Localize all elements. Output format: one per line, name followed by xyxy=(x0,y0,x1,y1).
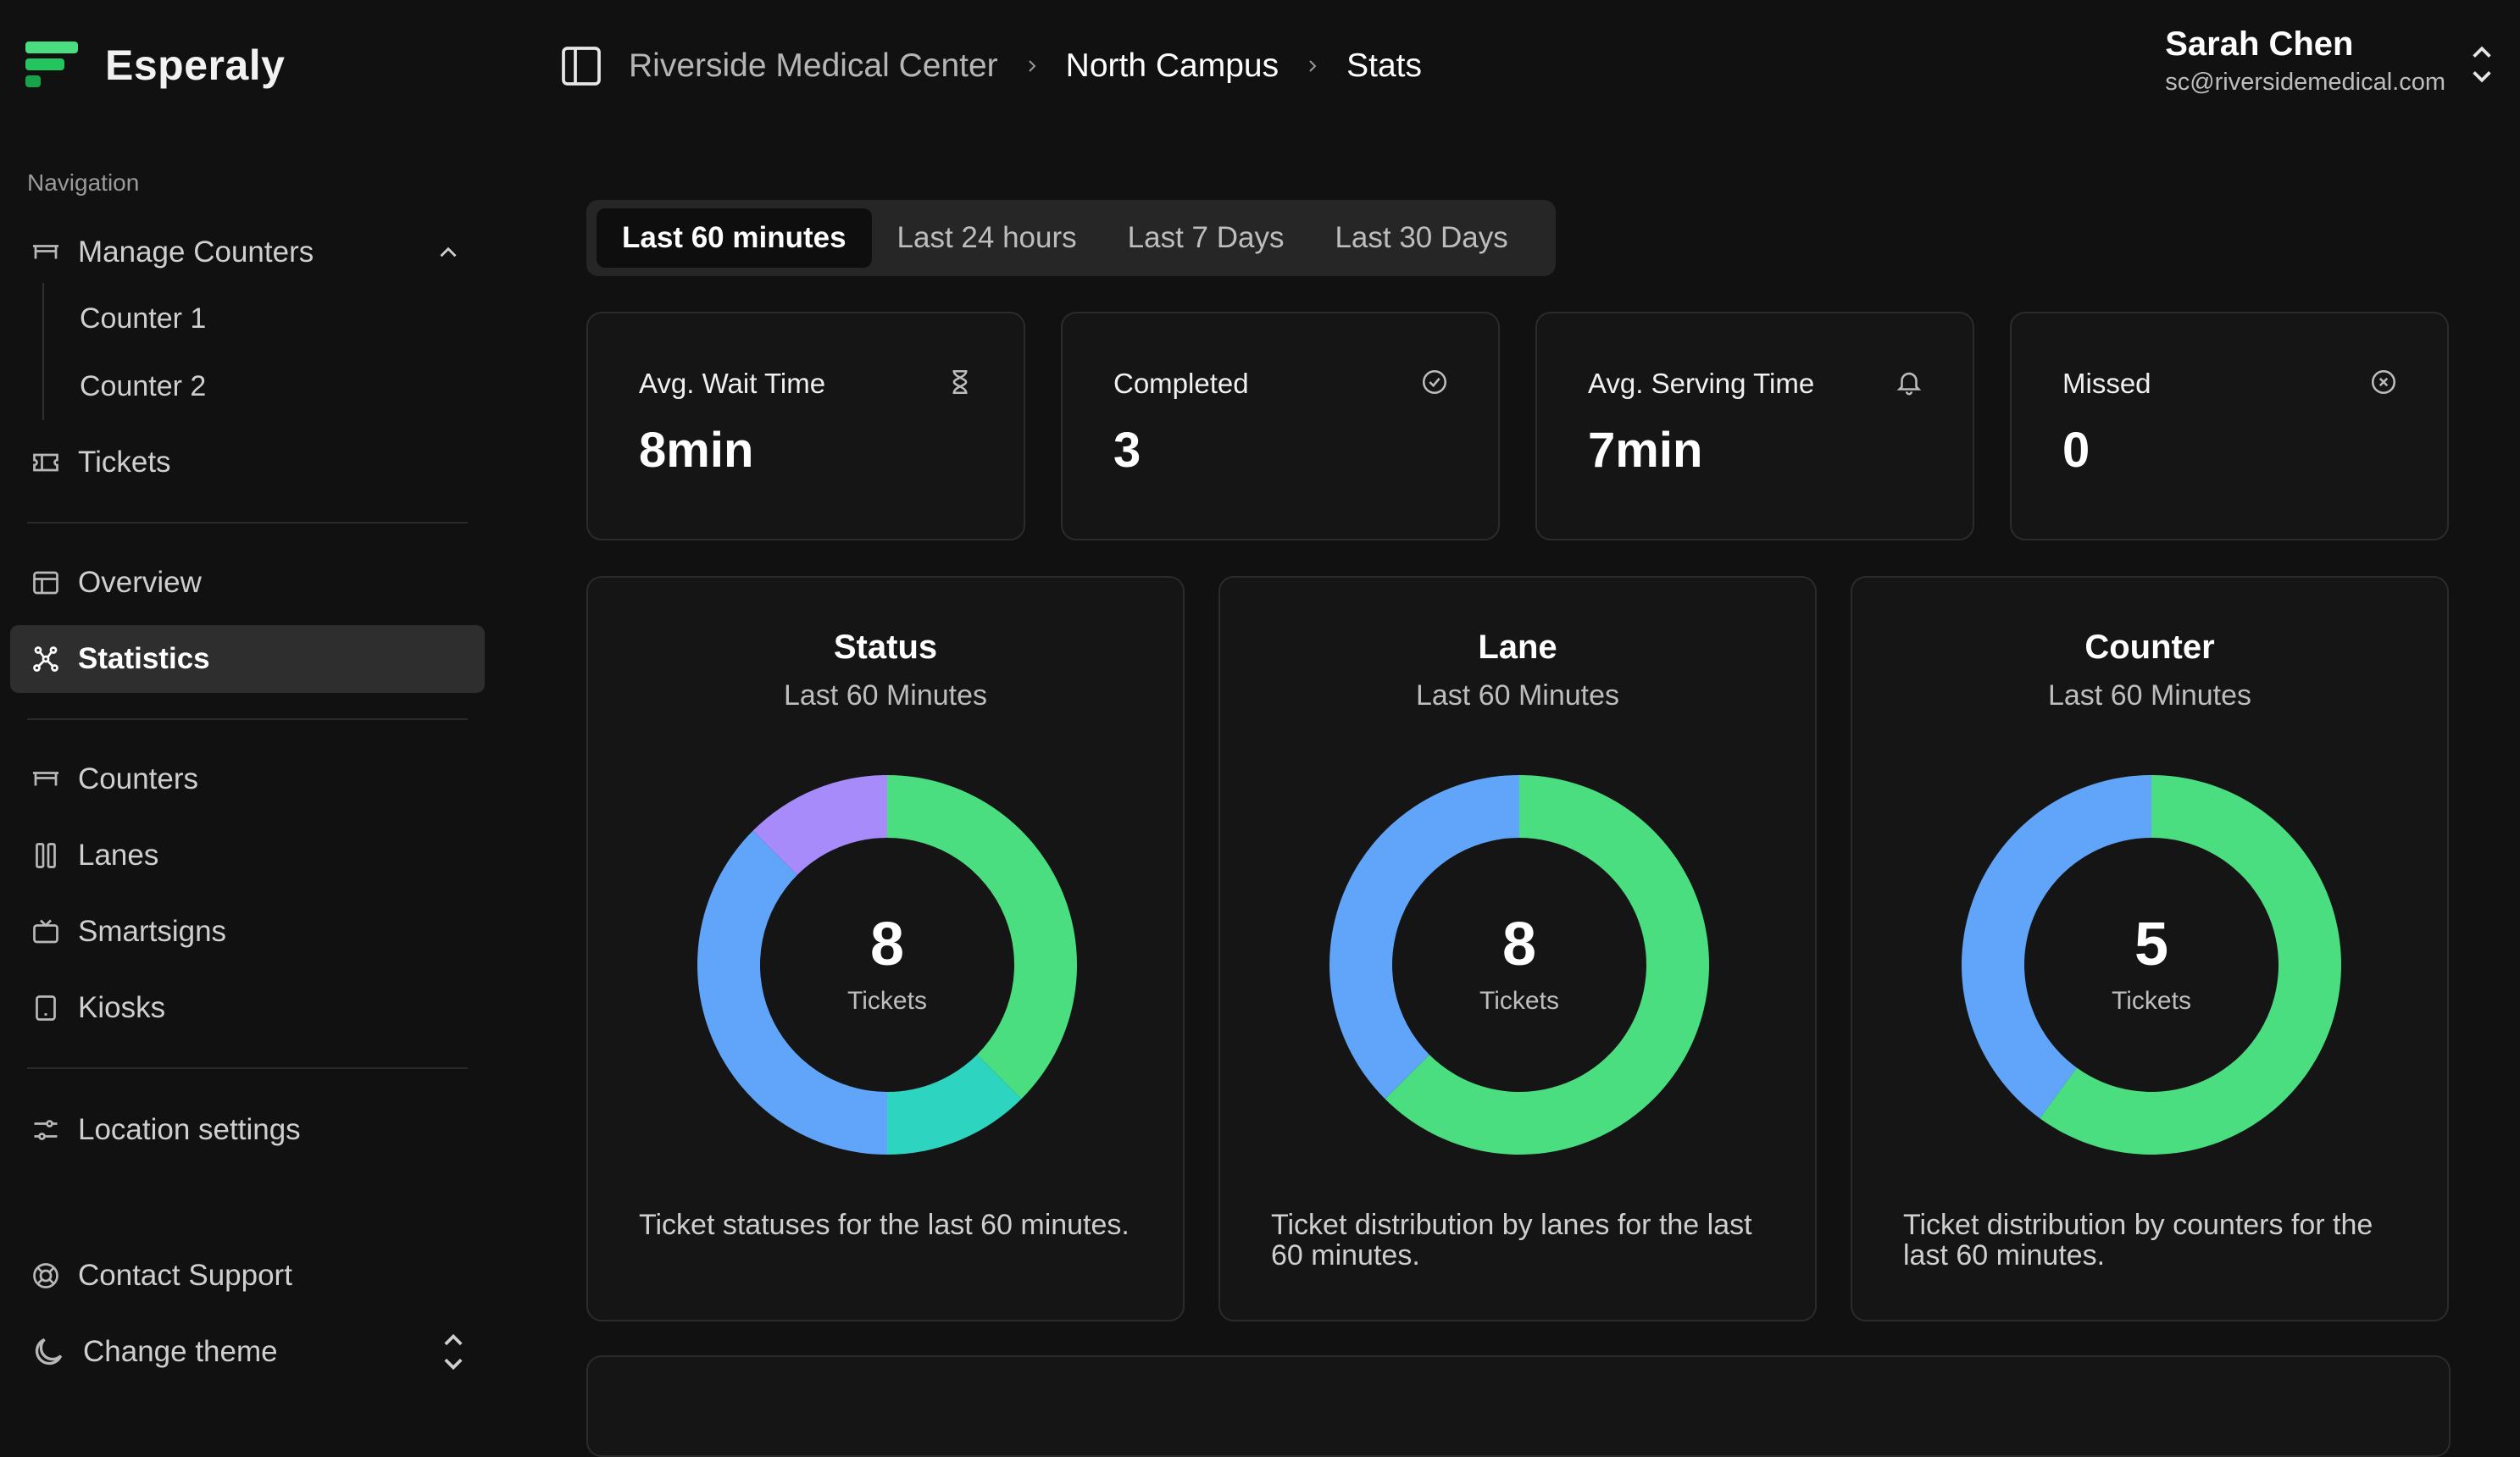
sidebar-subitem-counter-1[interactable]: Counter 1 xyxy=(80,293,206,344)
tab-last-24-hours[interactable]: Last 24 hours xyxy=(872,208,1102,268)
sidebar-item-label: Tickets xyxy=(78,446,171,479)
tab-last-7-days[interactable]: Last 7 Days xyxy=(1102,208,1310,268)
sidebar-divider xyxy=(27,1067,468,1069)
sidebar-item-overview[interactable]: Overview xyxy=(10,549,485,617)
stat-label: Missed xyxy=(2062,368,2151,399)
chart-description: Ticket distribution by counters for the … xyxy=(1903,1209,2373,1271)
sidebar-divider xyxy=(27,522,468,524)
sidebar-item-label: Kiosks xyxy=(78,991,166,1024)
moon-icon xyxy=(29,1332,68,1371)
user-menu[interactable]: Sarah Chen sc@riversidemedical.com xyxy=(2165,25,2445,97)
donut-total: 5 xyxy=(2134,911,2169,978)
brand[interactable]: Esperaly xyxy=(25,41,285,90)
sidebar-item-statistics[interactable]: Statistics xyxy=(10,625,485,693)
sidebar-item-counters[interactable]: Counters xyxy=(10,745,485,813)
chart-subtitle: Last 60 Minutes xyxy=(1415,679,1620,712)
counter-icon xyxy=(29,762,63,796)
stat-label: Avg. Serving Time xyxy=(1588,368,1815,399)
sidebar-item-label: Lanes xyxy=(78,839,159,872)
layout-icon xyxy=(29,566,63,600)
esperaly-logo-icon xyxy=(25,42,78,87)
ticket-icon xyxy=(29,446,63,479)
sidebar-item-contact-support[interactable]: Contact Support xyxy=(10,1242,485,1310)
bell-icon xyxy=(1895,368,1923,396)
stat-value: 7min xyxy=(1588,423,1703,478)
sidebar-subitem-counter-2[interactable]: Counter 2 xyxy=(80,361,206,412)
sidebar-item-label: Manage Counters xyxy=(78,235,314,269)
sidebar-item-label: Contact Support xyxy=(78,1259,292,1292)
sidebar-item-label: Location settings xyxy=(78,1113,301,1146)
stat-value: 8min xyxy=(639,423,754,478)
stat-card-avg-serving-time: Avg. Serving Time 7min xyxy=(1535,312,1974,540)
stat-card-avg-wait-time: Avg. Wait Time 8min xyxy=(586,312,1025,540)
check-circle-icon xyxy=(1420,368,1449,396)
graph-icon xyxy=(29,642,63,676)
sidebar-item-manage-counters[interactable]: Manage Counters xyxy=(10,219,485,286)
chart-title: Counter xyxy=(2084,629,2215,666)
columns-icon xyxy=(29,839,63,873)
chevron-up-icon[interactable] xyxy=(434,238,463,267)
theme-switcher[interactable]: Change theme xyxy=(10,1318,485,1386)
submenu-guide-line xyxy=(42,283,44,420)
chart-card-counter: Counter Last 60 Minutes 5 Tickets Ticket… xyxy=(1851,576,2449,1321)
sidebar-item-smartsigns[interactable]: Smartsigns xyxy=(10,898,485,966)
donut-unit: Tickets xyxy=(2112,987,2191,1015)
sidebar-item-lanes[interactable]: Lanes xyxy=(10,822,485,889)
breadcrumb-item[interactable]: North Campus xyxy=(1066,47,1279,85)
stat-card-completed: Completed 3 xyxy=(1061,312,1500,540)
chart-card-lane: Lane Last 60 Minutes 8 Tickets Ticket di… xyxy=(1218,576,1817,1321)
donut-total: 8 xyxy=(869,911,905,978)
lifebuoy-icon xyxy=(29,1259,63,1293)
chart-title: Lane xyxy=(1478,629,1557,666)
sidebar-item-location-settings[interactable]: Location settings xyxy=(10,1096,485,1164)
chevron-right-icon xyxy=(1302,56,1323,76)
sidebar-item-label: Overview xyxy=(78,566,202,599)
breadcrumb-item[interactable]: Riverside Medical Center xyxy=(629,47,998,85)
sidebar-item-label: Counters xyxy=(78,762,199,795)
sidebar-toggle-icon[interactable] xyxy=(558,42,605,90)
hourglass-icon xyxy=(946,368,974,396)
donut-unit: Tickets xyxy=(1479,987,1559,1015)
chart-card-status: Status Last 60 Minutes 8 Tickets Ticket … xyxy=(586,576,1185,1321)
chart-title: Status xyxy=(833,629,938,666)
chevron-up-down-icon[interactable] xyxy=(2469,42,2495,86)
stat-label: Completed xyxy=(1113,368,1249,399)
user-email: sc@riversidemedical.com xyxy=(2165,69,2445,96)
tab-last-60-minutes[interactable]: Last 60 minutes xyxy=(597,208,872,268)
counter-icon xyxy=(29,235,63,269)
x-circle-icon xyxy=(2369,368,2398,396)
sidebar-divider xyxy=(27,718,468,720)
stat-value: 0 xyxy=(2062,423,2090,478)
nav-heading: Navigation xyxy=(27,169,140,196)
sliders-icon xyxy=(29,1113,63,1147)
breadcrumb: Riverside Medical Center North Campus St… xyxy=(629,41,1422,91)
chart-description: Ticket statuses for the last 60 minutes. xyxy=(639,1209,1130,1241)
user-name: Sarah Chen xyxy=(2165,25,2354,63)
stat-card-missed: Missed 0 xyxy=(2010,312,2449,540)
chevron-up-down-icon[interactable] xyxy=(441,1332,466,1372)
chevron-right-icon xyxy=(1022,56,1042,76)
chart-description: Ticket distribution by lanes for the las… xyxy=(1271,1209,1752,1271)
stat-value: 3 xyxy=(1113,423,1141,478)
brand-name: Esperaly xyxy=(105,42,286,89)
tablet-icon xyxy=(29,991,63,1025)
donut-unit: Tickets xyxy=(847,987,927,1015)
sidebar-item-label: Statistics xyxy=(78,642,210,675)
sidebar-item-kiosks[interactable]: Kiosks xyxy=(10,974,485,1042)
chart-subtitle: Last 60 Minutes xyxy=(2047,679,2252,712)
sidebar-item-tickets[interactable]: Tickets xyxy=(10,429,485,496)
tab-last-30-days[interactable]: Last 30 Days xyxy=(1309,208,1533,268)
time-range-tabs: Last 60 minutes Last 24 hours Last 7 Day… xyxy=(586,200,1556,276)
sidebar-item-label: Change theme xyxy=(83,1335,278,1368)
chart-subtitle: Last 60 Minutes xyxy=(783,679,988,712)
next-section-card xyxy=(586,1355,2451,1457)
stat-label: Avg. Wait Time xyxy=(639,368,826,399)
tv-icon xyxy=(29,915,63,949)
breadcrumb-current: Stats xyxy=(1346,47,1422,84)
donut-total: 8 xyxy=(1501,911,1537,978)
sidebar-item-label: Smartsigns xyxy=(78,915,227,948)
